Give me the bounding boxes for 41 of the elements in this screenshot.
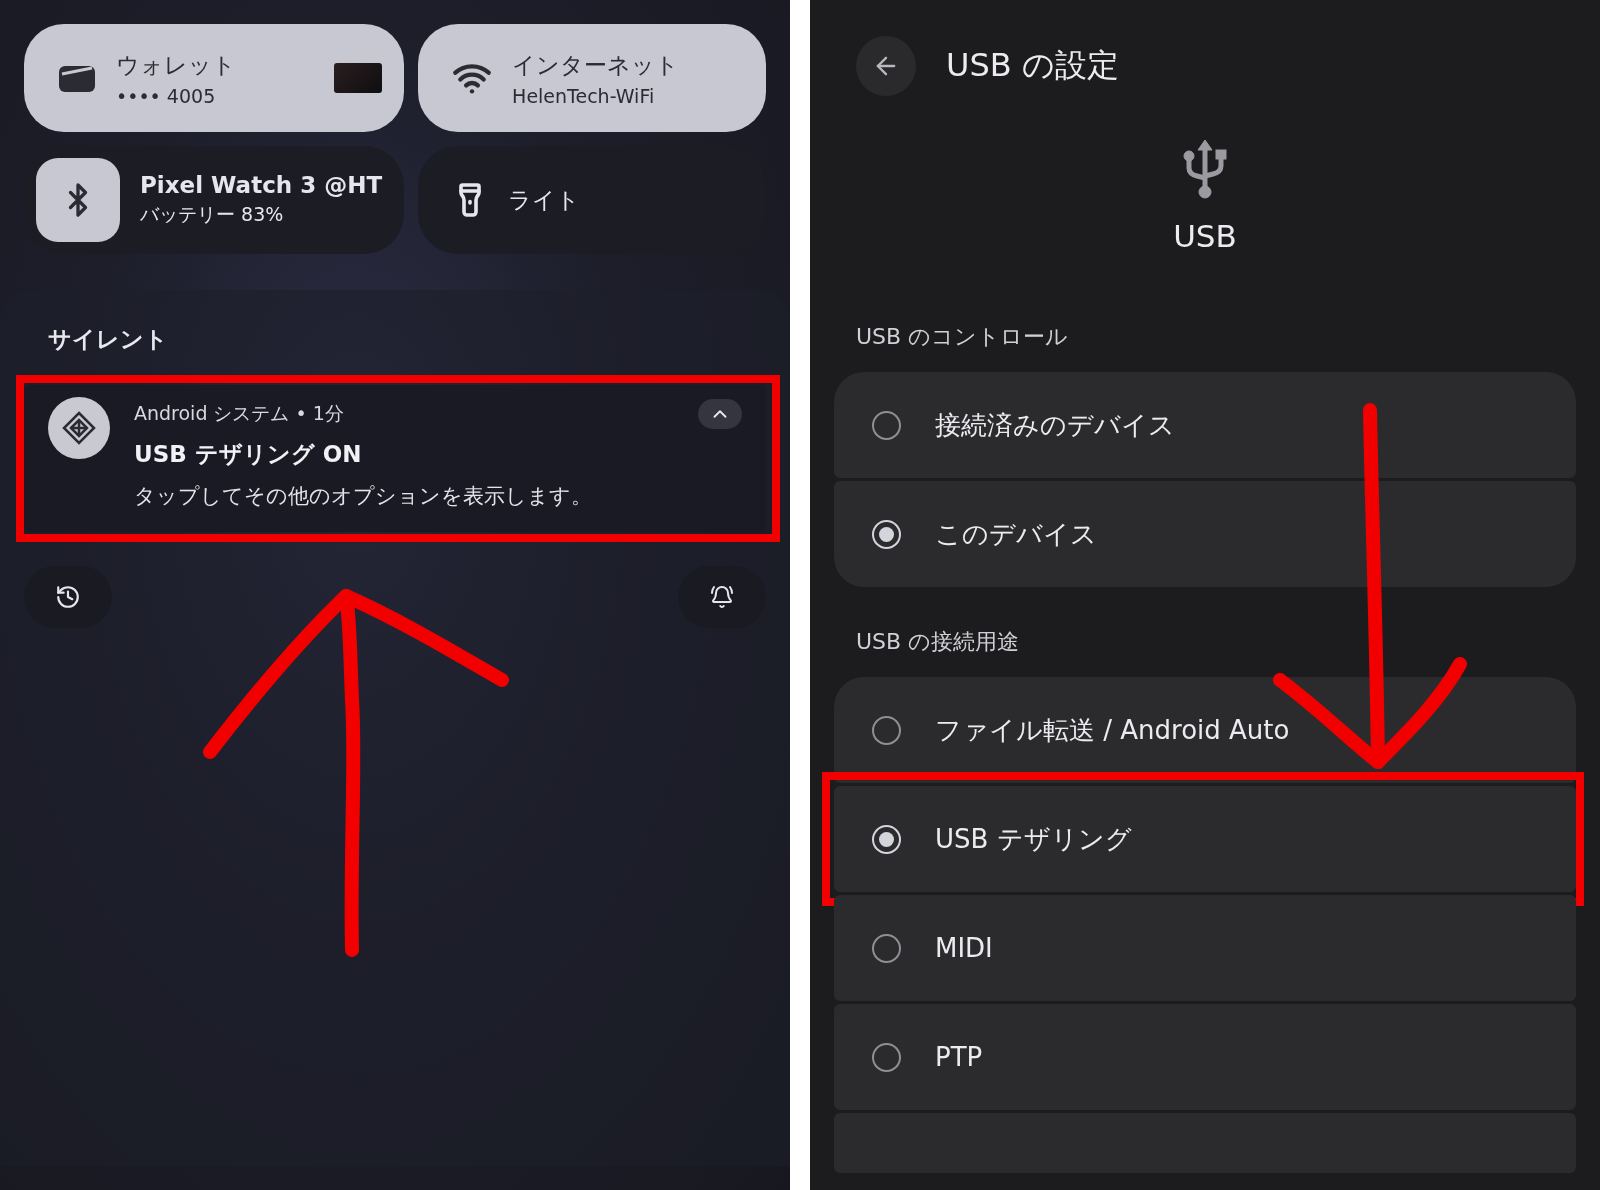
section-label: USB の接続用途	[856, 628, 1021, 656]
option-label: このデバイス	[935, 517, 1097, 551]
tile-subtitle: バッテリー 83%	[140, 202, 285, 227]
section-label: USB のコントロール	[856, 323, 1070, 351]
usb-icon	[1183, 138, 1227, 200]
radio-option[interactable]: MIDI	[834, 895, 1576, 1001]
quick-settings-tile[interactable]: インターネット HelenTech-WiFi	[418, 24, 766, 132]
bell-icon	[710, 585, 734, 609]
section-title: サイレント	[48, 325, 169, 354]
notification-body: タップしてその他のオプションを表示します。	[134, 483, 593, 510]
radio-option[interactable]: 接続済みのデバイス	[834, 372, 1576, 478]
tile-title: ウォレット	[116, 50, 237, 80]
radio-button[interactable]	[872, 410, 901, 440]
radio-button[interactable]	[872, 933, 901, 963]
tile-title: インターネット	[512, 50, 681, 80]
tile-subtitle: HelenTech-WiFi	[512, 84, 656, 107]
page-title: USB の設定	[946, 45, 1119, 86]
option-label: ファイル転送 / Android Auto	[935, 713, 1290, 747]
usb-label: USB	[1173, 218, 1237, 254]
quick-settings-tile[interactable]: ウォレット •••• 4005	[24, 24, 405, 132]
tile-title: Pixel Watch 3 @HT	[140, 172, 383, 198]
radio-option[interactable]: このデバイス	[834, 481, 1576, 587]
radio-button[interactable]	[872, 1042, 901, 1072]
option-label: 接続済みのデバイス	[935, 408, 1175, 442]
radio-option[interactable]: PTP	[834, 1004, 1576, 1110]
option-label: PTP	[935, 1042, 983, 1072]
quick-settings-tile[interactable]: Pixel Watch 3 @HT バッテリー 83%	[24, 146, 405, 254]
notification-title: USB テザリング ON	[134, 440, 363, 469]
notification-card[interactable]: Android システム • 1分 USB テザリング ON タップしてその他のオプションを表示します。	[24, 385, 766, 532]
collapse-button[interactable]	[698, 399, 742, 429]
history-icon	[55, 584, 81, 610]
tile-title: ライト	[508, 185, 582, 215]
option-label: MIDI	[935, 933, 993, 963]
notification-meta: Android システム • 1分	[134, 401, 344, 426]
diamond-grid-icon	[62, 411, 96, 445]
option-label: USB テザリング	[935, 822, 1132, 856]
radio-button[interactable]	[872, 715, 901, 745]
wallet-icon	[58, 63, 96, 93]
radio-option[interactable]: USB テザリング	[834, 786, 1576, 892]
card-thumbnail	[334, 63, 383, 93]
tile-subtitle: •••• 4005	[116, 84, 217, 107]
